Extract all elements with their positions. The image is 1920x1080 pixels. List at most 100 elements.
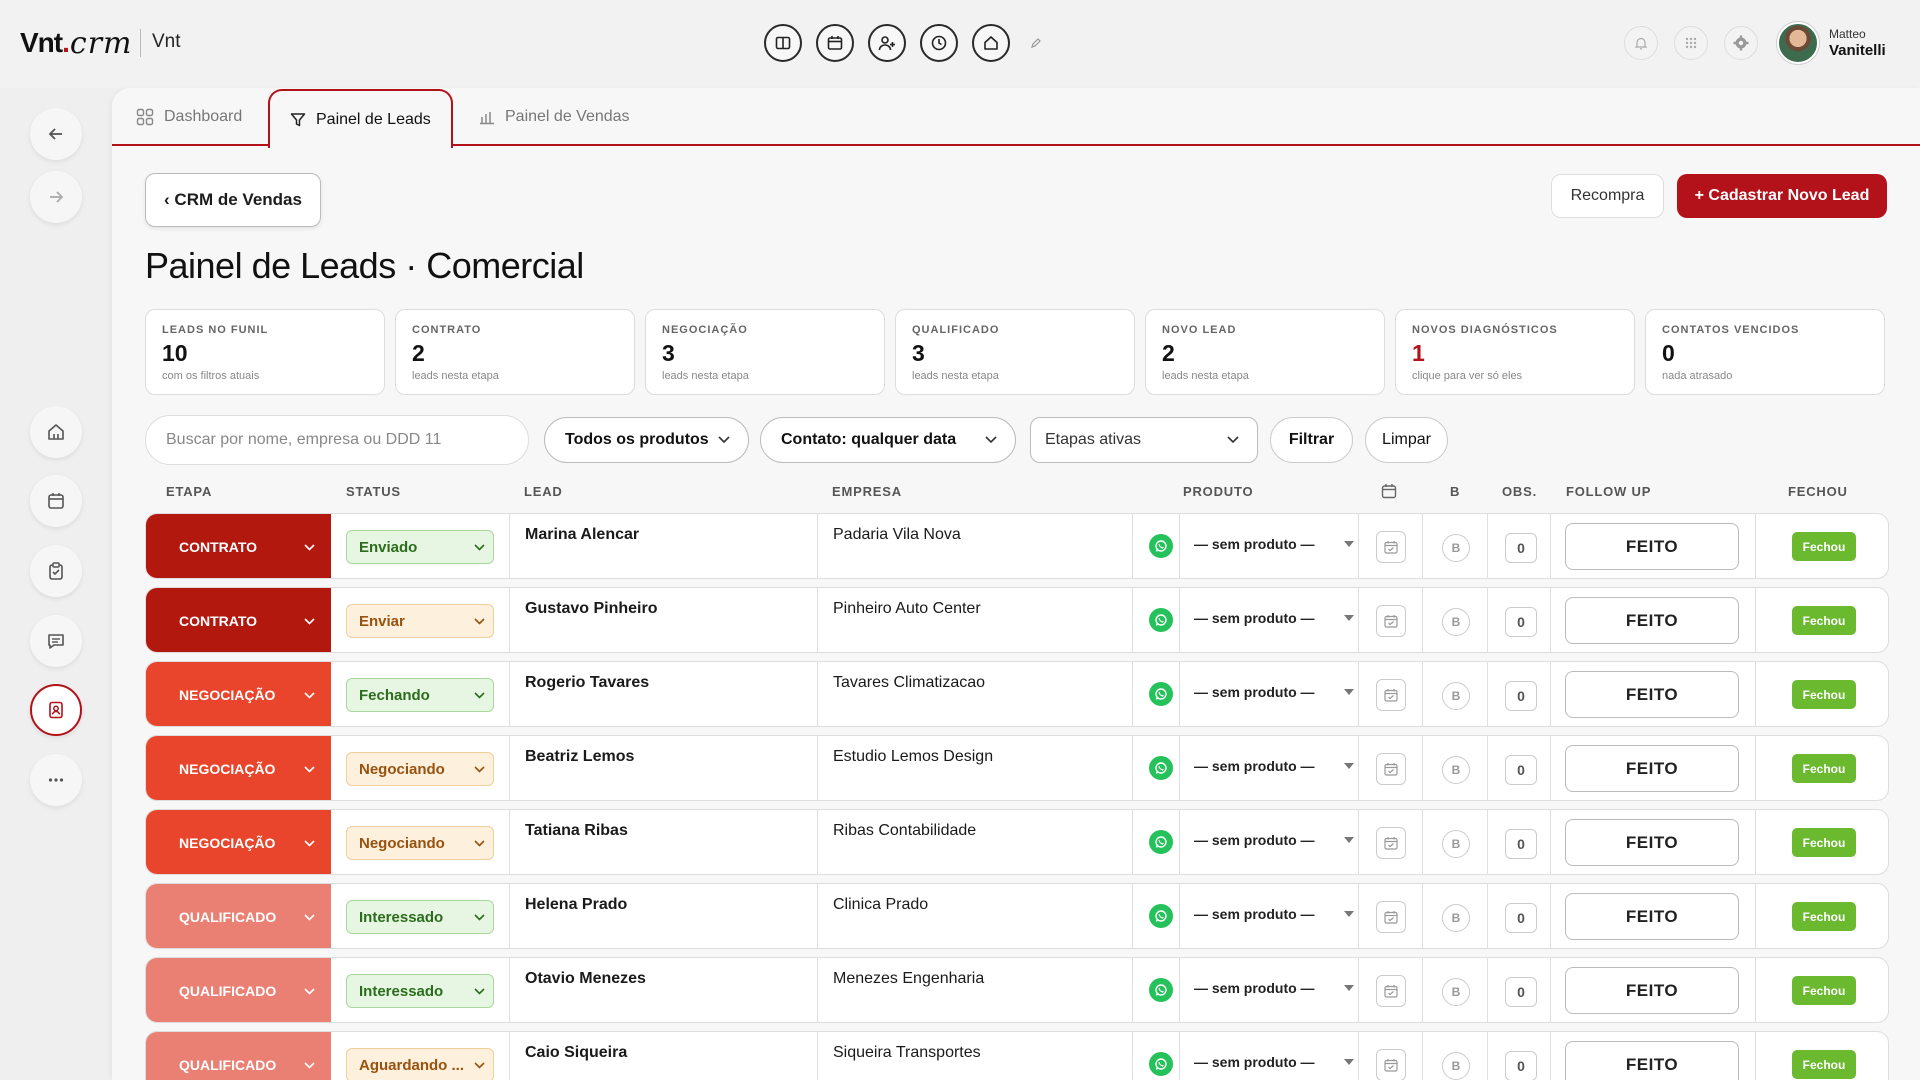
status-select[interactable]: Interessado	[346, 900, 494, 934]
stat-card-leads-funil[interactable]: LEADS NO FUNIL 10 com os filtros atuais	[145, 309, 385, 395]
table-row[interactable]: QUALIFICADO Interessado Otavio Menezes Mene…	[145, 957, 1889, 1023]
nav-forward-button[interactable]	[30, 171, 82, 223]
table-row[interactable]: NEGOCIAÇÃO Negociando Tatiana Ribas Ribas C…	[145, 809, 1889, 875]
table-row[interactable]: QUALIFICADO Interessado Helena Prado Clinic…	[145, 883, 1889, 949]
apps-button[interactable]	[1674, 26, 1708, 60]
stage-select-qualificado[interactable]: QUALIFICADO	[146, 1032, 331, 1080]
add-user-button[interactable]	[868, 24, 906, 62]
tab-painel-de-vendas[interactable]: Painel de Vendas	[479, 104, 630, 130]
filter-button[interactable]: Filtrar	[1270, 417, 1353, 463]
recompra-button[interactable]: Recompra	[1551, 174, 1664, 218]
follow-up-done-button[interactable]: FEITO	[1565, 597, 1739, 644]
observations-count[interactable]: 0	[1505, 533, 1537, 563]
stat-card-contatos-vencidos[interactable]: CONTATOS VENCIDOS 0 nada atrasado	[1645, 309, 1885, 395]
table-row[interactable]: CONTRATO Enviado Marina Alencar Padaria Vil…	[145, 513, 1889, 579]
schedule-date-button[interactable]	[1376, 1049, 1406, 1080]
stage-select-qualificado[interactable]: QUALIFICADO	[146, 958, 331, 1022]
lead-name[interactable]: Caio Siqueira	[525, 1044, 627, 1062]
history-button[interactable]	[920, 24, 958, 62]
sidebar-item-leads[interactable]	[30, 684, 82, 736]
user-menu[interactable]: Matteo Vanitelli	[1829, 27, 1886, 59]
sidebar-item-calendar[interactable]	[30, 475, 82, 527]
sidebar-item-home[interactable]	[30, 406, 82, 458]
whatsapp-button[interactable]	[1149, 978, 1173, 1002]
follow-up-done-button[interactable]: FEITO	[1565, 745, 1739, 792]
schedule-date-button[interactable]	[1376, 605, 1406, 637]
notifications-button[interactable]	[1624, 26, 1658, 60]
stat-card-negociacao[interactable]: NEGOCIAÇÃO 3 leads nesta etapa	[645, 309, 885, 395]
status-select[interactable]: Interessado	[346, 974, 494, 1008]
b-toggle[interactable]: B	[1442, 1052, 1470, 1080]
observations-count[interactable]: 0	[1505, 755, 1537, 785]
nav-back-button[interactable]	[30, 108, 82, 160]
observations-count[interactable]: 0	[1505, 607, 1537, 637]
follow-up-done-button[interactable]: FEITO	[1565, 1041, 1739, 1080]
lead-name[interactable]: Otavio Menezes	[525, 970, 646, 988]
observations-count[interactable]: 0	[1505, 903, 1537, 933]
closed-deal-button[interactable]: Fechou	[1792, 754, 1856, 783]
lead-name[interactable]: Gustavo Pinheiro	[525, 600, 657, 618]
product-select[interactable]: — sem produto —	[1194, 758, 1354, 774]
closed-deal-button[interactable]: Fechou	[1792, 902, 1856, 931]
contact-date-select[interactable]: Contato: qualquer data	[760, 417, 1016, 463]
clear-button[interactable]: Limpar	[1365, 417, 1448, 463]
b-toggle[interactable]: B	[1442, 978, 1470, 1006]
b-toggle[interactable]: B	[1442, 608, 1470, 636]
closed-deal-button[interactable]: Fechou	[1792, 532, 1856, 561]
closed-deal-button[interactable]: Fechou	[1792, 1050, 1856, 1079]
stage-select-contrato[interactable]: CONTRATO	[146, 514, 331, 578]
lead-name[interactable]: Rogerio Tavares	[525, 674, 649, 692]
stages-select[interactable]: Etapas ativas	[1030, 417, 1258, 463]
follow-up-done-button[interactable]: FEITO	[1565, 819, 1739, 866]
status-select[interactable]: Fechando	[346, 678, 494, 712]
b-toggle[interactable]: B	[1442, 830, 1470, 858]
edit-toolbar-button[interactable]	[1026, 24, 1046, 62]
stat-card-novos-diagnosticos[interactable]: NOVOS DIAGNÓSTICOS 1 clique para ver só …	[1395, 309, 1635, 395]
closed-deal-button[interactable]: Fechou	[1792, 680, 1856, 709]
follow-up-done-button[interactable]: FEITO	[1565, 967, 1739, 1014]
lead-name[interactable]: Tatiana Ribas	[525, 822, 628, 840]
product-select[interactable]: — sem produto —	[1194, 536, 1354, 552]
b-toggle[interactable]: B	[1442, 682, 1470, 710]
b-toggle[interactable]: B	[1442, 756, 1470, 784]
stage-select-contrato[interactable]: CONTRATO	[146, 588, 331, 652]
status-select[interactable]: Enviar	[346, 604, 494, 638]
status-select[interactable]: Negociando	[346, 826, 494, 860]
schedule-date-button[interactable]	[1376, 827, 1406, 859]
schedule-date-button[interactable]	[1376, 753, 1406, 785]
schedule-date-button[interactable]	[1376, 531, 1406, 563]
whatsapp-button[interactable]	[1149, 1052, 1173, 1076]
columns-button[interactable]	[764, 24, 802, 62]
whatsapp-button[interactable]	[1149, 682, 1173, 706]
product-select[interactable]: — sem produto —	[1194, 684, 1354, 700]
follow-up-done-button[interactable]: FEITO	[1565, 523, 1739, 570]
closed-deal-button[interactable]: Fechou	[1792, 606, 1856, 635]
stage-select-negociacao[interactable]: NEGOCIAÇÃO	[146, 662, 331, 726]
follow-up-done-button[interactable]: FEITO	[1565, 671, 1739, 718]
stage-select-negociacao[interactable]: NEGOCIAÇÃO	[146, 736, 331, 800]
product-select[interactable]: — sem produto —	[1194, 610, 1354, 626]
search-input[interactable]: Buscar por nome, empresa ou DDD 11	[145, 415, 529, 465]
stage-select-negociacao[interactable]: NEGOCIAÇÃO	[146, 810, 331, 874]
closed-deal-button[interactable]: Fechou	[1792, 828, 1856, 857]
b-toggle[interactable]: B	[1442, 534, 1470, 562]
closed-deal-button[interactable]: Fechou	[1792, 976, 1856, 1005]
calendar-button[interactable]	[816, 24, 854, 62]
schedule-date-button[interactable]	[1376, 679, 1406, 711]
crm-de-vendas-back-button[interactable]: ‹ CRM de Vendas	[145, 173, 321, 227]
lead-name[interactable]: Marina Alencar	[525, 526, 639, 544]
products-select[interactable]: Todos os produtos	[544, 417, 749, 463]
tab-painel-de-leads[interactable]: Painel de Leads	[268, 89, 453, 148]
product-select[interactable]: — sem produto —	[1194, 906, 1354, 922]
sidebar-item-tasks[interactable]	[30, 545, 82, 597]
status-select[interactable]: Negociando	[346, 752, 494, 786]
observations-count[interactable]: 0	[1505, 1051, 1537, 1080]
lead-name[interactable]: Beatriz Lemos	[525, 748, 634, 766]
sidebar-more-button[interactable]	[30, 754, 82, 806]
product-select[interactable]: — sem produto —	[1194, 1054, 1354, 1070]
status-select[interactable]: Aguardando ...	[346, 1048, 494, 1080]
stage-select-qualificado[interactable]: QUALIFICADO	[146, 884, 331, 948]
whatsapp-button[interactable]	[1149, 534, 1173, 558]
whatsapp-button[interactable]	[1149, 608, 1173, 632]
stat-card-novo-lead[interactable]: NOVO LEAD 2 leads nesta etapa	[1145, 309, 1385, 395]
